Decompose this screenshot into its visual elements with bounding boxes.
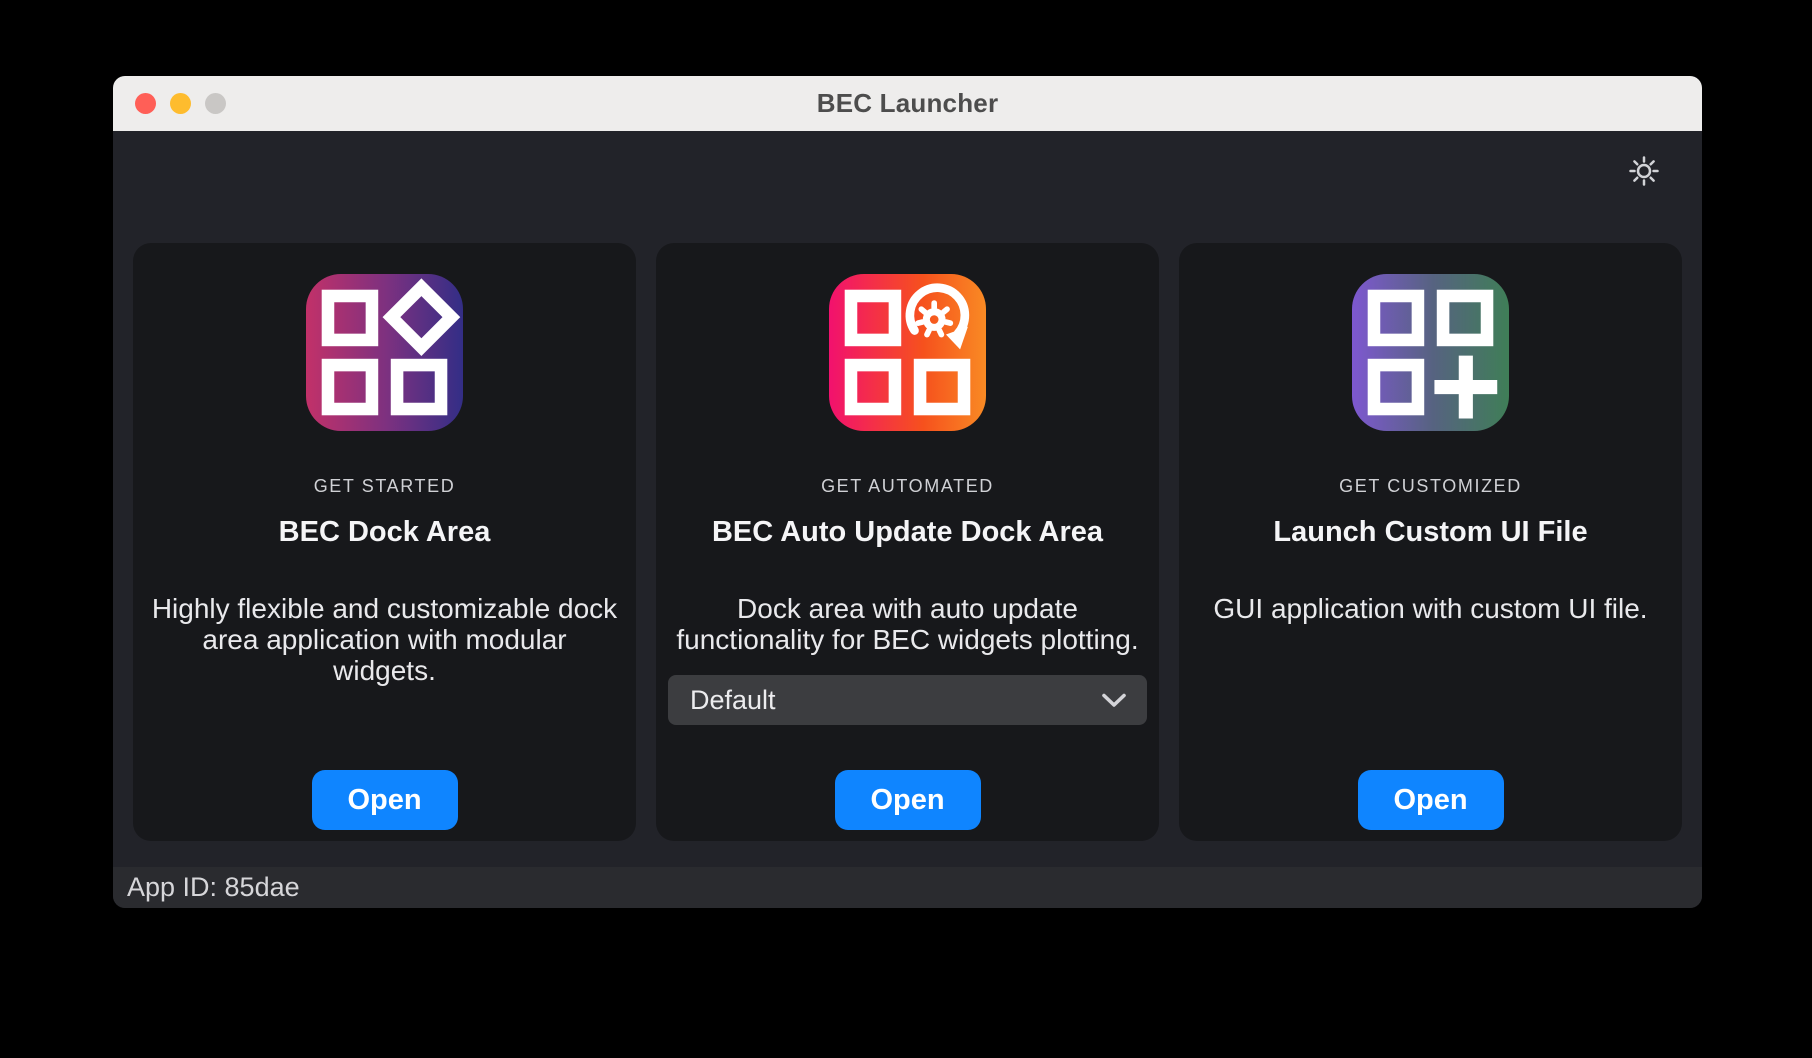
- launcher-cards: GET STARTED BEC Dock Area Highly flexibl…: [133, 243, 1682, 841]
- titlebar: BEC Launcher: [113, 76, 1702, 131]
- card-title: Launch Custom UI File: [1179, 516, 1682, 549]
- app-id-text: App ID: 85dae: [127, 872, 300, 903]
- window-title: BEC Launcher: [817, 88, 999, 119]
- main-content: GET STARTED BEC Dock Area Highly flexibl…: [113, 131, 1702, 867]
- open-auto-update-button[interactable]: Open: [835, 770, 981, 830]
- card-tagline: GET AUTOMATED: [656, 476, 1159, 497]
- sun-icon: [1627, 154, 1661, 193]
- gear-refresh-glyph: [910, 288, 968, 350]
- card-tagline: GET CUSTOMIZED: [1179, 476, 1682, 497]
- card-title: BEC Auto Update Dock Area: [656, 516, 1159, 549]
- card-bec-dock-area: GET STARTED BEC Dock Area Highly flexibl…: [133, 243, 636, 841]
- card-tagline: GET STARTED: [133, 476, 636, 497]
- dock-area-app-icon: [306, 274, 463, 431]
- auto-update-app-icon: [829, 274, 986, 431]
- open-custom-ui-button[interactable]: Open: [1358, 770, 1504, 830]
- zoom-button: [205, 93, 226, 114]
- card-auto-update-dock-area: GET AUTOMATED BEC Auto Update Dock Area …: [656, 243, 1159, 841]
- layout-select[interactable]: Default: [668, 675, 1147, 725]
- theme-toggle-button[interactable]: [1627, 156, 1661, 190]
- bec-launcher-window: BEC Launcher: [113, 76, 1702, 908]
- chevron-down-icon: [1101, 692, 1127, 709]
- custom-ui-app-icon: [1352, 274, 1509, 431]
- layout-select-value: Default: [690, 685, 1101, 716]
- close-button[interactable]: [135, 93, 156, 114]
- plus-glyph: [1434, 356, 1497, 419]
- card-description: Dock area with auto update functionality…: [672, 593, 1143, 655]
- open-dock-area-button[interactable]: Open: [312, 770, 458, 830]
- card-description: Highly flexible and customizable dock ar…: [149, 593, 620, 686]
- card-description: GUI application with custom UI file.: [1195, 593, 1666, 624]
- minimize-button[interactable]: [170, 93, 191, 114]
- status-bar: App ID: 85dae: [113, 867, 1702, 908]
- card-title: BEC Dock Area: [133, 516, 636, 549]
- card-launch-custom-ui: GET CUSTOMIZED Launch Custom UI File GUI…: [1179, 243, 1682, 841]
- traffic-lights: [135, 76, 226, 131]
